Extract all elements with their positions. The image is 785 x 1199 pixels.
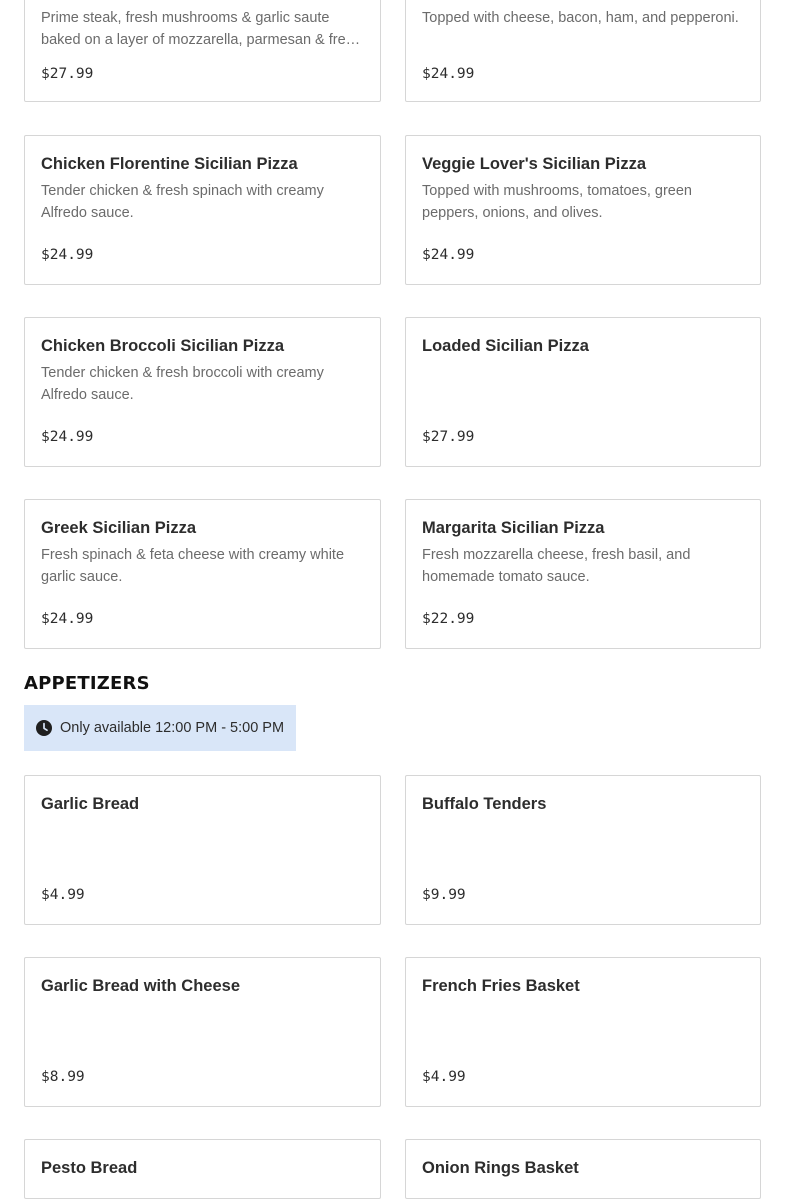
menu-item-description: Tender chicken & fresh spinach with crea… bbox=[41, 183, 324, 221]
menu-item-card[interactable]: Loaded Sicilian Pizza $27.99 bbox=[405, 317, 761, 467]
menu-item-description: Fresh mozzarella cheese, fresh basil, an… bbox=[422, 547, 691, 585]
menu-item-description: Topped with cheese, bacon, ham, and pepp… bbox=[422, 10, 739, 26]
menu-item-card[interactable]: Margarita Sicilian Pizza Fresh mozzarell… bbox=[405, 499, 761, 649]
menu-item-card[interactable]: Prime steak, fresh mushrooms & garlic sa… bbox=[24, 0, 381, 102]
menu-item-name: Loaded Sicilian Pizza bbox=[422, 337, 589, 355]
menu-item-description: Fresh spinach & feta cheese with creamy … bbox=[41, 547, 345, 585]
menu-item-name: Garlic Bread bbox=[41, 795, 140, 813]
section-title-appetizers: APPETIZERS bbox=[24, 673, 150, 694]
menu-item-price: $8.99 bbox=[41, 1069, 85, 1085]
menu-item-name: Greek Sicilian Pizza bbox=[41, 519, 196, 537]
menu-item-name: Garlic Bread with Cheese bbox=[41, 977, 240, 995]
menu-item-card[interactable]: Veggie Lover's Sicilian Pizza Topped wit… bbox=[405, 135, 761, 285]
clock-icon bbox=[36, 720, 52, 736]
menu-item-card[interactable]: Chicken Broccoli Sicilian Pizza Tender c… bbox=[24, 317, 381, 467]
menu-item-card[interactable]: Garlic Bread $4.99 bbox=[24, 775, 381, 925]
menu-item-name: Chicken Florentine Sicilian Pizza bbox=[41, 155, 298, 173]
menu-item-name: Pesto Bread bbox=[41, 1159, 138, 1177]
menu-item-price: $4.99 bbox=[41, 887, 85, 903]
menu-item-price: $24.99 bbox=[41, 429, 94, 445]
menu-item-description: Prime steak, fresh mushrooms & garlic sa… bbox=[41, 10, 361, 48]
menu-item-card[interactable]: French Fries Basket $4.99 bbox=[405, 957, 761, 1107]
menu-item-price: $24.99 bbox=[422, 66, 475, 82]
menu-item-card[interactable]: Topped with cheese, bacon, ham, and pepp… bbox=[405, 0, 761, 102]
menu-item-price: $9.99 bbox=[422, 887, 466, 903]
menu-item-name: Veggie Lover's Sicilian Pizza bbox=[422, 155, 647, 173]
menu-item-price: $24.99 bbox=[41, 611, 94, 627]
menu-item-card[interactable]: Onion Rings Basket bbox=[405, 1139, 761, 1199]
menu-item-card[interactable]: Chicken Florentine Sicilian Pizza Tender… bbox=[24, 135, 381, 285]
menu-item-name: Onion Rings Basket bbox=[422, 1159, 579, 1177]
menu-item-price: $27.99 bbox=[422, 429, 475, 445]
menu-item-name: Buffalo Tenders bbox=[422, 795, 547, 813]
menu-item-name: Chicken Broccoli Sicilian Pizza bbox=[41, 337, 284, 355]
menu-item-name: Margarita Sicilian Pizza bbox=[422, 519, 605, 537]
menu-item-price: $24.99 bbox=[41, 247, 94, 263]
menu-item-description: Topped with mushrooms, tomatoes, green p… bbox=[422, 183, 692, 221]
menu-item-card[interactable]: Greek Sicilian Pizza Fresh spinach & fet… bbox=[24, 499, 381, 649]
menu-item-card[interactable]: Pesto Bread bbox=[24, 1139, 381, 1199]
menu-item-description: Tender chicken & fresh broccoli with cre… bbox=[41, 365, 324, 403]
menu-item-price: $24.99 bbox=[422, 247, 475, 263]
menu-item-card[interactable]: Garlic Bread with Cheese $8.99 bbox=[24, 957, 381, 1107]
menu-item-price: $22.99 bbox=[422, 611, 475, 627]
menu-item-price: $4.99 bbox=[422, 1069, 466, 1085]
menu-item-name: French Fries Basket bbox=[422, 977, 580, 995]
availability-badge: Only available 12:00 PM - 5:00 PM bbox=[24, 705, 296, 751]
menu-item-price: $27.99 bbox=[41, 66, 94, 82]
availability-text: Only available 12:00 PM - 5:00 PM bbox=[60, 720, 285, 736]
menu-item-card[interactable]: Buffalo Tenders $9.99 bbox=[405, 775, 761, 925]
